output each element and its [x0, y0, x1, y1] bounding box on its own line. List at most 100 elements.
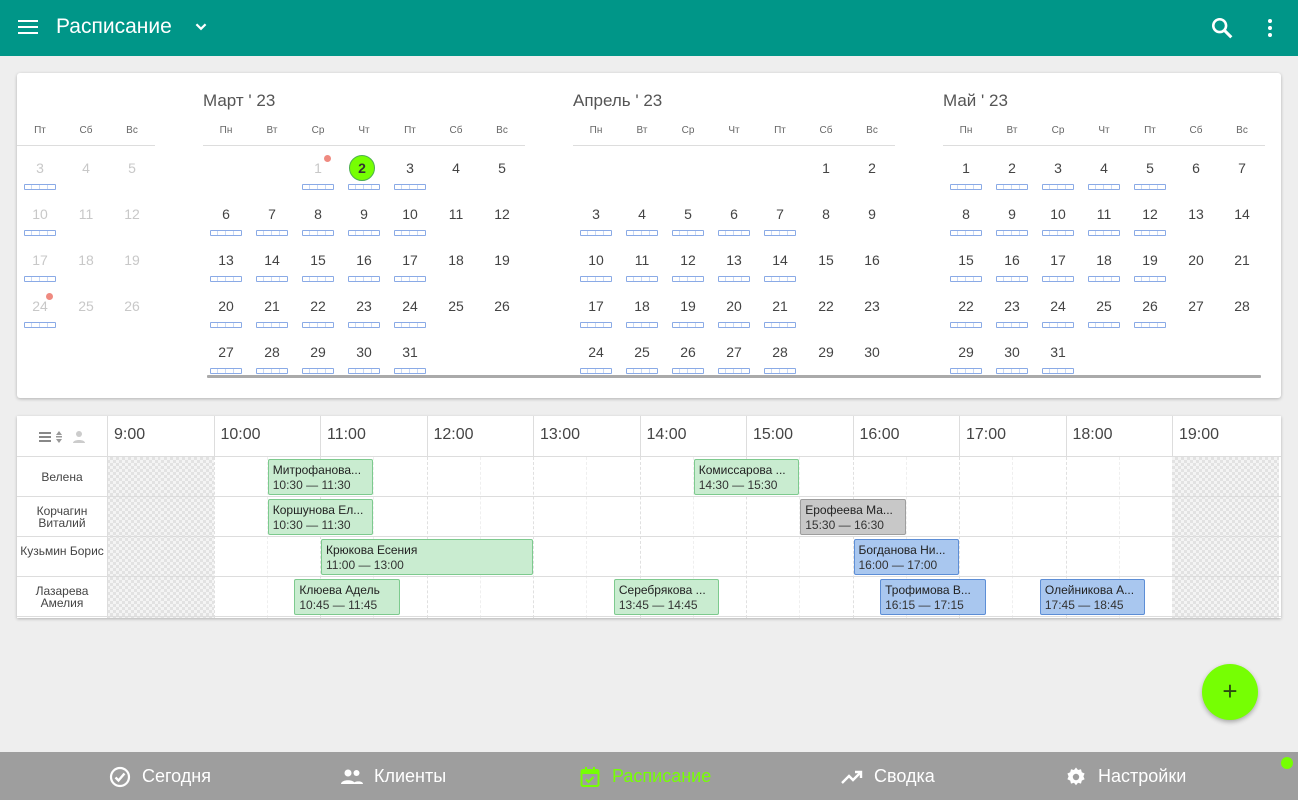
search-icon[interactable]: [1208, 14, 1236, 42]
calendar-day[interactable]: 10: [17, 195, 63, 241]
calendar-day[interactable]: 1: [295, 149, 341, 195]
calendar-day[interactable]: 30: [849, 333, 895, 379]
calendar-day[interactable]: 27: [711, 333, 757, 379]
calendar-day[interactable]: 2: [989, 149, 1035, 195]
calendar-day[interactable]: 11: [619, 241, 665, 287]
appointment-card[interactable]: Комиссарова ... 14:30 — 15:30: [693, 459, 800, 495]
calendar-day[interactable]: 31: [1035, 333, 1081, 379]
calendar-day[interactable]: 18: [1081, 241, 1127, 287]
calendar-day[interactable]: 24: [387, 287, 433, 333]
calendar-day[interactable]: 4: [619, 195, 665, 241]
calendar-day[interactable]: 8: [943, 195, 989, 241]
calendar-day[interactable]: 29: [295, 333, 341, 379]
calendar-day[interactable]: 5: [665, 195, 711, 241]
calendar-day[interactable]: 21: [757, 287, 803, 333]
calendar-day[interactable]: 6: [711, 195, 757, 241]
menu-icon[interactable]: [16, 17, 40, 39]
calendar-day[interactable]: 11: [63, 195, 109, 241]
nav-item-gear[interactable]: Настройки: [1064, 752, 1224, 800]
calendar-day[interactable]: 22: [295, 287, 341, 333]
calendar-day[interactable]: 14: [249, 241, 295, 287]
calendar-day[interactable]: 25: [619, 333, 665, 379]
calendar-day[interactable]: 16: [989, 241, 1035, 287]
calendar-day[interactable]: 21: [1219, 241, 1265, 287]
calendar-day[interactable]: 24: [1035, 287, 1081, 333]
calendar-day[interactable]: 12: [1127, 195, 1173, 241]
nav-item-check-circle[interactable]: Сегодня: [108, 752, 268, 800]
calendar-day[interactable]: 3: [1035, 149, 1081, 195]
calendar-day[interactable]: 23: [341, 287, 387, 333]
calendar-day[interactable]: 1: [803, 149, 849, 195]
calendar-day[interactable]: 1: [943, 149, 989, 195]
calendar-day[interactable]: 17: [573, 287, 619, 333]
calendar-day[interactable]: 7: [757, 195, 803, 241]
add-appointment-button[interactable]: +: [1202, 664, 1258, 720]
calendar-day[interactable]: 8: [803, 195, 849, 241]
calendar-day[interactable]: 26: [479, 287, 525, 333]
calendar-day[interactable]: 12: [665, 241, 711, 287]
calendar-day[interactable]: 25: [1081, 287, 1127, 333]
person-icon[interactable]: [73, 431, 85, 443]
calendar-day[interactable]: 13: [1173, 195, 1219, 241]
calendar-day[interactable]: 9: [989, 195, 1035, 241]
calendar-day[interactable]: 22: [943, 287, 989, 333]
calendar-day[interactable]: 15: [943, 241, 989, 287]
calendar-day[interactable]: 4: [63, 149, 109, 195]
appointment-card[interactable]: Олейникова А... 17:45 — 18:45: [1039, 579, 1146, 615]
appointment-card[interactable]: Серебрякова ... 13:45 — 14:45: [613, 579, 720, 615]
calendar-day[interactable]: 19: [665, 287, 711, 333]
calendar-day[interactable]: 11: [1081, 195, 1127, 241]
calendar-day[interactable]: 20: [203, 287, 249, 333]
calendar-day[interactable]: 31: [387, 333, 433, 379]
appointment-card[interactable]: Богданова Ни... 16:00 — 17:00: [853, 539, 959, 575]
appointment-card[interactable]: Коршунова Ел... 10:30 — 11:30: [267, 499, 374, 535]
calendar-day[interactable]: 12: [109, 195, 155, 241]
appointment-card[interactable]: Клюева Адель 10:45 — 11:45: [294, 579, 400, 615]
calendar-day[interactable]: 27: [1173, 287, 1219, 333]
calendar-day[interactable]: 10: [573, 241, 619, 287]
nav-item-people[interactable]: Клиенты: [340, 752, 500, 800]
calendar-day[interactable]: 15: [295, 241, 341, 287]
calendar-day[interactable]: 28: [1219, 287, 1265, 333]
nav-item-trending-up[interactable]: Сводка: [840, 752, 1000, 800]
calendar-day[interactable]: 6: [1173, 149, 1219, 195]
calendar-day[interactable]: 14: [1219, 195, 1265, 241]
calendar-day[interactable]: 26: [665, 333, 711, 379]
calendar-day[interactable]: 2: [849, 149, 895, 195]
calendar-day[interactable]: 24: [17, 287, 63, 333]
calendar-day[interactable]: 23: [989, 287, 1035, 333]
sort-icon[interactable]: [56, 431, 62, 443]
calendar-day[interactable]: 6: [203, 195, 249, 241]
calendar-day[interactable]: 13: [711, 241, 757, 287]
calendar-day[interactable]: 25: [63, 287, 109, 333]
calendar-day[interactable]: 14: [757, 241, 803, 287]
calendar-day[interactable]: 5: [1127, 149, 1173, 195]
calendar-day[interactable]: 20: [711, 287, 757, 333]
calendar-day[interactable]: 5: [479, 149, 525, 195]
calendar-day[interactable]: 4: [433, 149, 479, 195]
calendar-day[interactable]: 22: [803, 287, 849, 333]
calendar-day[interactable]: 11: [433, 195, 479, 241]
calendar-day[interactable]: 19: [109, 241, 155, 287]
calendar-day[interactable]: 30: [341, 333, 387, 379]
nav-item-calendar-check[interactable]: Расписание: [578, 752, 738, 800]
chevron-down-icon[interactable]: [190, 16, 212, 38]
calendar-day[interactable]: 2: [341, 149, 387, 195]
calendar-day[interactable]: 17: [1035, 241, 1081, 287]
calendar-day[interactable]: 7: [249, 195, 295, 241]
calendar-day[interactable]: 5: [109, 149, 155, 195]
calendar-day[interactable]: 21: [249, 287, 295, 333]
calendar-day[interactable]: 9: [341, 195, 387, 241]
appointment-card[interactable]: Крюкова Есения 11:00 — 13:00: [321, 539, 533, 575]
calendar-day[interactable]: 10: [1035, 195, 1081, 241]
calendar-day[interactable]: 3: [387, 149, 433, 195]
appointment-card[interactable]: Ерофеева Ма... 15:30 — 16:30: [800, 499, 906, 535]
calendar-day[interactable]: 16: [341, 241, 387, 287]
calendar-day[interactable]: 29: [943, 333, 989, 379]
calendar-day[interactable]: 12: [479, 195, 525, 241]
calendar-day[interactable]: 18: [433, 241, 479, 287]
calendar-day[interactable]: 17: [17, 241, 63, 287]
calendar-day[interactable]: 28: [757, 333, 803, 379]
more-vert-icon[interactable]: [1258, 14, 1282, 42]
calendar-day[interactable]: 27: [203, 333, 249, 379]
